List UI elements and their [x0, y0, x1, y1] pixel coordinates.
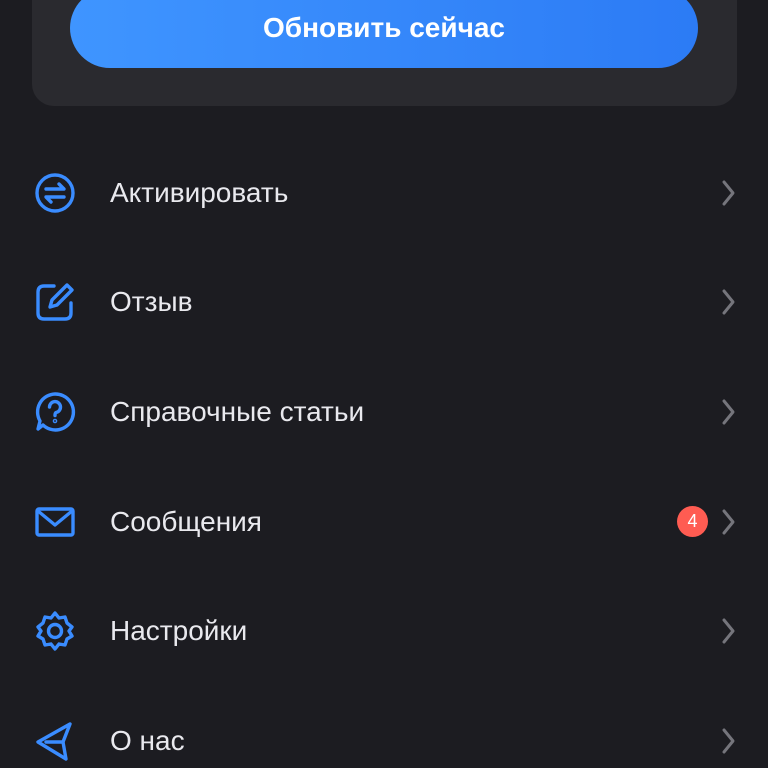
- mail-icon: [34, 501, 76, 543]
- edit-icon: [34, 281, 76, 323]
- menu-label: Настройки: [110, 615, 248, 647]
- menu-item-help-articles[interactable]: Справочные статьи: [0, 357, 768, 467]
- chevron-right-icon: [718, 287, 738, 317]
- chevron-right-icon: [718, 397, 738, 427]
- settings-menu: Активировать Отзыв Справочные статьи Соо…: [0, 138, 768, 768]
- send-icon: [34, 720, 76, 762]
- help-bubble-icon: [34, 391, 76, 433]
- chevron-right-icon: [718, 507, 738, 537]
- chevron-right-icon: [718, 726, 738, 756]
- menu-item-about[interactable]: О нас: [0, 686, 768, 768]
- menu-label: О нас: [110, 724, 185, 756]
- chevron-right-icon: [718, 616, 738, 646]
- menu-item-feedback[interactable]: Отзыв: [0, 248, 768, 358]
- menu-label: Справочные статьи: [110, 395, 365, 427]
- menu-label: Активировать: [110, 176, 289, 208]
- chevron-right-icon: [718, 178, 738, 208]
- app-screen: Обновить сейчас Активировать Отзыв Справ…: [0, 0, 768, 768]
- update-now-button[interactable]: Обновить сейчас: [70, 0, 698, 68]
- menu-label: Сообщения: [110, 505, 262, 537]
- swap-arrows-icon: [34, 172, 76, 214]
- gear-icon: [34, 610, 76, 652]
- update-card: Обновить сейчас: [32, 0, 737, 106]
- menu-item-activate[interactable]: Активировать: [0, 138, 768, 248]
- menu-label: Отзыв: [110, 286, 193, 318]
- menu-item-settings[interactable]: Настройки: [0, 576, 768, 686]
- menu-item-messages[interactable]: Сообщения 4: [0, 467, 768, 577]
- unread-count-badge: 4: [677, 506, 708, 538]
